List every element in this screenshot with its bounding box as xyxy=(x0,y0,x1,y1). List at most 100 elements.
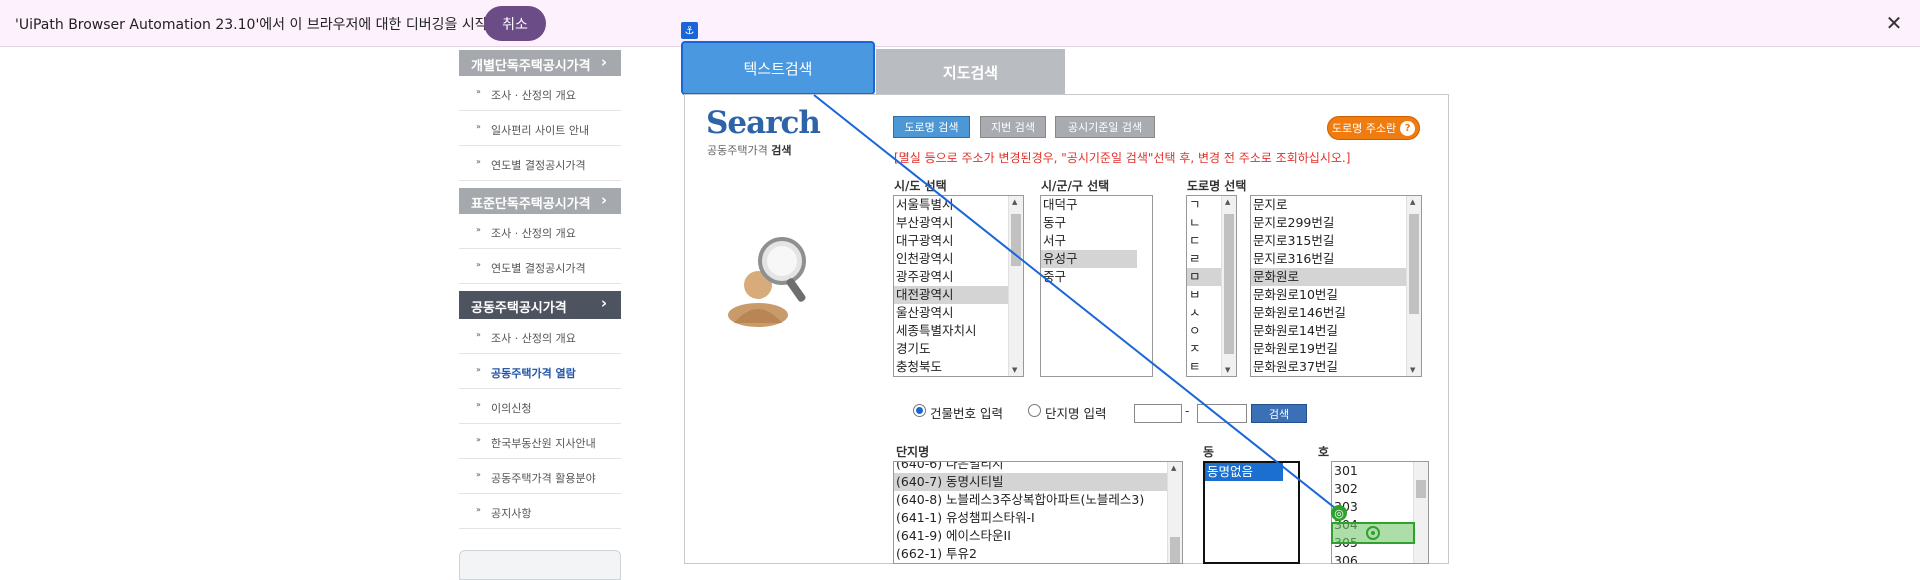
sigungu-listbox[interactable]: 대덕구 동구 서구 유성구 중구 xyxy=(1040,195,1153,377)
sidebar-section-label: 표준단독주택공시가격 xyxy=(471,197,591,212)
list-item[interactable]: 경기도 xyxy=(894,340,1008,358)
list-item[interactable]: 인천광역시 xyxy=(894,250,1008,268)
building-number-input-1[interactable] xyxy=(1134,404,1182,423)
cancel-button[interactable]: 취소 xyxy=(484,6,546,41)
sidebar-item[interactable]: » 조사 · 산정의 개요 xyxy=(459,214,621,249)
tab-map-search[interactable]: 지도검색 xyxy=(876,49,1065,95)
list-item[interactable]: (640-6) 나은빌리지 xyxy=(894,462,1167,473)
tab-text-search[interactable]: 텍스트검색 xyxy=(681,41,875,95)
scroll-thumb[interactable] xyxy=(1224,214,1234,354)
list-item[interactable]: 문지로315번길 xyxy=(1251,232,1406,250)
target-pin-icon[interactable]: ◎ xyxy=(1331,505,1347,521)
list-item[interactable]: ㄹ xyxy=(1187,250,1221,268)
list-item[interactable]: 302 xyxy=(1332,480,1413,498)
sidebar-item-label: 이의신청 xyxy=(491,402,532,415)
sidebar-item[interactable]: » 연도별 결정공시가격 xyxy=(459,146,621,181)
scrollbar[interactable]: ▲ xyxy=(1167,462,1182,563)
list-item[interactable]: 문지로316번길 xyxy=(1251,250,1406,268)
list-item[interactable]: 306 xyxy=(1332,552,1413,563)
sidebar-section-standard[interactable]: 표준단독주택공시가격 › xyxy=(459,188,621,214)
sidebar-item-label: 연도별 결정공시가격 xyxy=(491,262,586,275)
list-item[interactable]: (641-9) 에이스타운II xyxy=(894,527,1167,545)
search-logo: Search xyxy=(706,105,821,141)
sidebar-item[interactable]: » 연도별 결정공시가격 xyxy=(459,249,621,284)
list-item[interactable]: 광주광역시 xyxy=(894,268,1008,286)
road-listbox[interactable]: 문지로 문지로299번길 문지로315번길 문지로316번길 문화원로 문화원로10번길 문… xyxy=(1250,195,1422,377)
sidebar-section-apartment[interactable]: 공동주택공시가격 › xyxy=(459,291,621,319)
list-item[interactable]: 문지로 xyxy=(1251,196,1406,214)
list-item[interactable]: ㄴ xyxy=(1187,214,1221,232)
list-item[interactable]: 문화원로10번길 xyxy=(1251,286,1406,304)
list-item[interactable]: ㅁ xyxy=(1187,268,1221,286)
building-number-radio[interactable] xyxy=(913,404,926,417)
list-item[interactable]: ㅈ xyxy=(1187,340,1221,358)
danji-options: (640-6) 나은빌리지 (640-7) 동명시티빌 (640-8) 노블레스3주… xyxy=(894,462,1167,563)
list-item[interactable]: 대구광역시 xyxy=(894,232,1008,250)
list-item[interactable]: 대덕구 xyxy=(1041,196,1137,214)
list-item[interactable]: 유성구 xyxy=(1041,250,1137,268)
scroll-thumb[interactable] xyxy=(1409,214,1419,314)
list-item[interactable]: ㅌ xyxy=(1187,358,1221,376)
sidebar-item[interactable]: » 조사 · 산정의 개요 xyxy=(459,76,621,111)
list-item[interactable]: 동명없음 xyxy=(1205,463,1283,481)
sidebar-item[interactable]: » 이의신청 xyxy=(459,389,621,424)
sido-listbox[interactable]: 서울특별시 부산광역시 대구광역시 인천광역시 광주광역시 대전광역시 울산광역시 세종특별자… xyxy=(893,195,1024,377)
list-item[interactable]: 문지로299번길 xyxy=(1251,214,1406,232)
list-item[interactable]: 문화원로19번길 xyxy=(1251,340,1406,358)
scroll-down-icon: ▼ xyxy=(1225,366,1231,374)
list-item[interactable]: 충청북도 xyxy=(894,358,1008,376)
notice-date-search-button[interactable]: 공시기준일 검색 xyxy=(1055,116,1155,138)
sidebar-item-label: 조사 · 산정의 개요 xyxy=(491,332,576,345)
initials-options: ㄱㄴㄷㄹㅁㅂㅅㅇㅈㅌ xyxy=(1187,196,1221,376)
sidebar-item[interactable]: » 조사 · 산정의 개요 xyxy=(459,319,621,354)
list-item[interactable]: ㄷ xyxy=(1187,232,1221,250)
scrollbar[interactable]: ▲ ▼ xyxy=(1221,196,1236,376)
list-item[interactable]: (640-8) 노블레스3주상복합아파트(노블레스3) xyxy=(894,491,1167,509)
list-item[interactable]: 문화원로14번길 xyxy=(1251,322,1406,340)
list-item[interactable]: 문화원로146번길 xyxy=(1251,304,1406,322)
jibun-search-button[interactable]: 지번 검색 xyxy=(980,116,1046,138)
list-item[interactable]: 중구 xyxy=(1041,268,1137,286)
sidebar-item-apartment-price[interactable]: » 공동주택가격 열람 xyxy=(459,354,621,389)
list-item[interactable]: 서울특별시 xyxy=(894,196,1008,214)
list-item[interactable]: 서구 xyxy=(1041,232,1137,250)
sidebar-item[interactable]: » 공동주택가격 활용분야 xyxy=(459,459,621,494)
building-number-input-2[interactable] xyxy=(1197,404,1247,423)
list-item[interactable]: (641-1) 유성챔피스타워-I xyxy=(894,509,1167,527)
scrollbar[interactable]: ▲ ▼ xyxy=(1406,196,1421,376)
sidebar-section-individual[interactable]: 개별단독주택공시가격 › xyxy=(459,50,621,76)
list-item[interactable]: 문화원로37번길 xyxy=(1251,358,1406,376)
list-item[interactable]: 울산광역시 xyxy=(894,304,1008,322)
complex-name-radio[interactable] xyxy=(1028,404,1041,417)
list-item[interactable]: (640-7) 동명시티빌 xyxy=(894,473,1167,491)
scroll-thumb[interactable] xyxy=(1416,480,1426,498)
road-search-button[interactable]: 도로명 검색 xyxy=(893,116,970,138)
danji-listbox[interactable]: (640-6) 나은빌리지 (640-7) 동명시티빌 (640-8) 노블레스3주… xyxy=(893,461,1183,564)
list-item[interactable]: 대전광역시 xyxy=(894,286,1008,304)
list-item[interactable]: ㅂ xyxy=(1187,286,1221,304)
dong-listbox[interactable]: 동명없음 xyxy=(1203,461,1300,564)
list-item[interactable]: (662-1) 투유2 xyxy=(894,545,1167,563)
list-item[interactable]: 동구 xyxy=(1041,214,1137,232)
sidebar-item[interactable]: » 한국부동산원 지사안내 xyxy=(459,424,621,459)
scroll-thumb[interactable] xyxy=(1011,214,1021,266)
sidebar-item[interactable]: » 일사편리 사이트 안내 xyxy=(459,111,621,146)
scrollbar[interactable] xyxy=(1413,462,1428,563)
list-item[interactable]: 301 xyxy=(1332,462,1413,480)
list-item[interactable]: ㅇ xyxy=(1187,322,1221,340)
sidebar-item[interactable]: » 공지사항 xyxy=(459,494,621,529)
list-item[interactable]: 문화원로 xyxy=(1251,268,1406,286)
search-go-button[interactable]: 검색 xyxy=(1251,404,1307,423)
infobar-message: 'UiPath Browser Automation 23.10'에서 이 브라… xyxy=(15,17,501,33)
initial-listbox[interactable]: ㄱㄴㄷㄹㅁㅂㅅㅇㅈㅌ ▲ ▼ xyxy=(1186,195,1237,377)
list-item[interactable]: 부산광역시 xyxy=(894,214,1008,232)
sidebar-section-label: 공동주택공시가격 xyxy=(471,301,567,316)
scroll-thumb[interactable] xyxy=(1170,537,1180,563)
scrollbar[interactable]: ▲ ▼ xyxy=(1008,196,1023,376)
close-icon[interactable]: ✕ xyxy=(1880,9,1908,37)
list-item[interactable]: ㅅ xyxy=(1187,304,1221,322)
road-address-button[interactable]: 도로명 주소란? xyxy=(1327,116,1420,140)
list-item[interactable]: 세종특별자치시 xyxy=(894,322,1008,340)
list-item[interactable]: ㄱ xyxy=(1187,196,1221,214)
anchor-icon[interactable]: ⚓ xyxy=(681,22,698,39)
